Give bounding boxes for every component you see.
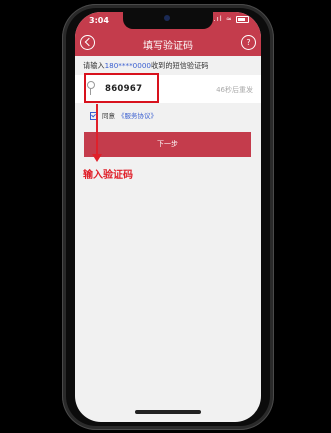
agreement-label: 同意 [102, 112, 115, 120]
page-title: 填写验证码 [143, 41, 193, 52]
instruction-text: 请输入180****0000收到的短信验证码 [83, 61, 208, 71]
instruction-suffix: 收到的短信验证码 [150, 61, 209, 70]
status-time: 3:04 [89, 16, 109, 25]
instruction-prefix: 请输入 [83, 61, 105, 70]
agreement-row: 同意 《服务协议》 [90, 110, 157, 120]
code-highlight-box [84, 73, 159, 103]
help-icon[interactable]: ? [241, 35, 256, 50]
notch [123, 12, 213, 29]
annotation-arrow-head [92, 154, 102, 162]
camera-icon [164, 15, 170, 21]
status-icons: ..ıl ≈ [210, 15, 249, 23]
wifi-icon: ≈ [225, 15, 233, 23]
masked-phone-number: 180****0000 [104, 61, 151, 70]
annotation-label: 输入验证码 [83, 170, 133, 181]
service-agreement-link[interactable]: 《服务协议》 [118, 112, 157, 120]
annotation-arrow [96, 104, 98, 156]
nav-bar: 填写验证码 ? [75, 30, 261, 56]
phone-screen: 3:04 ..ıl ≈ 填写验证码 ? 请输入180****0000收到的短信验… [75, 12, 261, 422]
resend-countdown[interactable]: 46秒后重发 [216, 85, 253, 95]
home-indicator [135, 410, 201, 414]
next-step-button[interactable]: 下一步 [84, 132, 251, 157]
battery-icon [236, 15, 249, 23]
